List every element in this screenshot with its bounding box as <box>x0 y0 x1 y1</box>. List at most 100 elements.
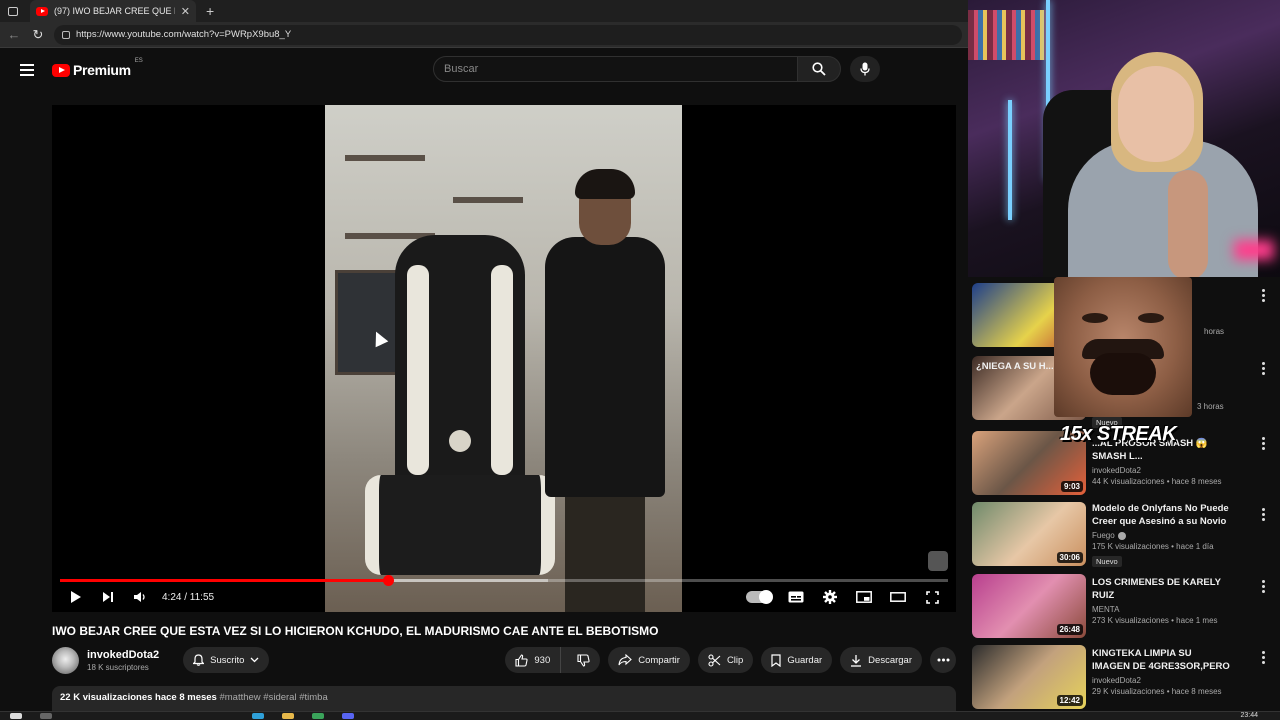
youtube-favicon-icon <box>36 6 48 16</box>
video-duration: 26:48 <box>1056 624 1083 635</box>
microphone-icon <box>860 62 870 76</box>
recommendation-title: LOS CRIMENES DE KARELY RUIZ <box>1092 577 1221 601</box>
save-button[interactable]: Guardar <box>761 647 833 673</box>
recommendation-channel[interactable]: Fuego <box>1092 531 1232 540</box>
more-vertical-icon[interactable] <box>1258 580 1268 593</box>
meme-face-overlay <box>1054 277 1192 417</box>
search-icon[interactable] <box>40 713 52 719</box>
video-title: IWO BEJAR CREE QUE ESTA VEZ SI LO HICIER… <box>52 624 659 638</box>
close-tab-icon[interactable]: ✕ <box>181 5 190 18</box>
menu-icon[interactable] <box>20 64 34 76</box>
views-and-date: 22 K visualizaciones hace 8 meses <box>60 692 217 703</box>
reload-icon[interactable]: ↻ <box>30 27 46 43</box>
channel-meta: invokedDota2 18 K suscriptores <box>87 649 159 672</box>
recommendation-channel[interactable]: invokedDota2 <box>1092 676 1232 685</box>
video-player[interactable]: 4:24 / 11:55 <box>52 105 956 612</box>
autoplay-toggle[interactable] <box>746 590 773 604</box>
subscriber-count: 18 K suscriptores <box>87 662 149 672</box>
bookshelf <box>968 10 1048 60</box>
share-label: Compartir <box>638 654 680 666</box>
url-field[interactable]: https://www.youtube.com/watch?v=PWRpX9bu… <box>54 24 962 45</box>
like-count: 930 <box>534 654 551 666</box>
more-vertical-icon[interactable] <box>1258 289 1268 302</box>
clip-label: Clip <box>726 654 744 666</box>
chair-stripe <box>491 265 513 475</box>
like-button[interactable]: 930 <box>505 647 562 673</box>
settings-button[interactable] <box>814 585 846 609</box>
app-icon[interactable] <box>312 713 324 719</box>
next-icon <box>103 592 113 602</box>
theater-icon <box>890 592 906 602</box>
share-button[interactable]: Compartir <box>608 647 690 673</box>
back-icon[interactable]: ← <box>6 27 22 42</box>
recommendation-item[interactable]: 26:48 LOS CRIMENES DE KARELY RUIZ MENTA … <box>972 574 1272 640</box>
thumbs-up-icon <box>515 653 528 667</box>
recommendation-views: 175 K visualizaciones • hace 1 día <box>1092 542 1214 551</box>
recommendation-views: 44 K visualizaciones • hace 8 meses <box>1092 477 1222 486</box>
voice-search-button[interactable] <box>850 56 880 82</box>
start-icon[interactable] <box>10 713 22 719</box>
next-button[interactable] <box>92 585 124 609</box>
more-vertical-icon[interactable] <box>1258 651 1268 664</box>
download-label: Descargar <box>868 654 912 666</box>
play-button[interactable] <box>60 585 92 609</box>
youtube-logo[interactable]: Premium ES <box>52 58 143 78</box>
search-button[interactable] <box>797 56 841 82</box>
subtitles-button[interactable] <box>780 585 812 609</box>
subtitles-icon <box>788 591 804 603</box>
window-menu-icon[interactable] <box>0 0 26 22</box>
scissors-icon <box>708 653 721 667</box>
share-icon <box>618 654 633 666</box>
channel-avatar[interactable] <box>52 646 79 674</box>
more-vertical-icon[interactable] <box>1258 362 1268 375</box>
video-thumbnail[interactable]: 12:42 <box>972 645 1086 709</box>
recommendation-item[interactable]: 12:42 KINGTEKA LIMPIA SU IMAGEN DE 4GRE3… <box>972 645 1272 711</box>
browser-tab-bar: (97) IWO BEJAR CREE QUE ESTA V ✕ + <box>0 0 968 22</box>
subscribed-button[interactable]: Suscrito <box>183 647 270 673</box>
screen: (97) IWO BEJAR CREE QUE ESTA V ✕ + ← ↻ h… <box>0 0 1280 720</box>
recommendation-info: KINGTEKA LIMPIA SU IMAGEN DE 4GRE3SOR,PE… <box>1092 645 1232 696</box>
search-field[interactable] <box>433 56 798 82</box>
hashtags[interactable]: #matthew #sideral #timba <box>219 692 327 703</box>
download-icon <box>851 654 862 667</box>
clip-button[interactable]: Clip <box>697 647 754 673</box>
fullscreen-icon <box>925 590 939 604</box>
browser-icon[interactable] <box>252 713 264 719</box>
more-vertical-icon[interactable] <box>1258 508 1268 521</box>
video-thumbnail[interactable]: 30:06 <box>972 502 1086 566</box>
more-vertical-icon[interactable] <box>1258 437 1268 450</box>
channel-watermark[interactable] <box>928 551 948 571</box>
streamer-arm <box>1168 170 1208 277</box>
app-icon[interactable] <box>342 713 354 719</box>
folder-icon[interactable] <box>282 713 294 719</box>
more-actions-button[interactable] <box>930 647 956 673</box>
recommendation-item[interactable]: 30:06 Modelo de Onlyfans No Puede Creer … <box>972 502 1272 568</box>
recommendation-channel[interactable]: MENTA <box>1092 605 1232 614</box>
video-thumbnail[interactable]: 26:48 <box>972 574 1086 638</box>
subscribed-label: Suscrito <box>210 654 245 666</box>
wall-shelf <box>345 155 425 161</box>
dislike-button[interactable] <box>567 647 600 673</box>
recommendation-views: 3 horas <box>1197 402 1224 411</box>
volume-button[interactable] <box>124 585 156 609</box>
more-horizontal-icon <box>937 658 949 662</box>
streamer-face <box>1118 66 1194 162</box>
theater-mode-button[interactable] <box>882 585 914 609</box>
chair-logo <box>449 430 471 452</box>
progress-bar[interactable] <box>60 575 948 586</box>
recommendation-channel[interactable]: invokedDota2 <box>1092 466 1232 475</box>
verified-icon <box>1117 531 1126 540</box>
new-tab-icon[interactable]: + <box>206 3 214 19</box>
search-input[interactable] <box>444 63 797 75</box>
download-button[interactable]: Descargar <box>840 647 922 673</box>
meme-eye <box>1082 313 1108 323</box>
chair-seat <box>365 475 555 575</box>
streak-overlay-text: 15x STREAK <box>1060 423 1177 445</box>
recommendation-info: LOS CRIMENES DE KARELY RUIZ MENTA 273 K … <box>1092 574 1232 625</box>
fullscreen-button[interactable] <box>916 585 948 609</box>
miniplayer-button[interactable] <box>848 585 880 609</box>
time-display: 4:24 / 11:55 <box>162 591 215 603</box>
browser-tab[interactable]: (97) IWO BEJAR CREE QUE ESTA V ✕ <box>30 0 196 22</box>
channel-name[interactable]: invokedDota2 <box>87 649 159 661</box>
thumbs-down-icon <box>577 653 590 667</box>
